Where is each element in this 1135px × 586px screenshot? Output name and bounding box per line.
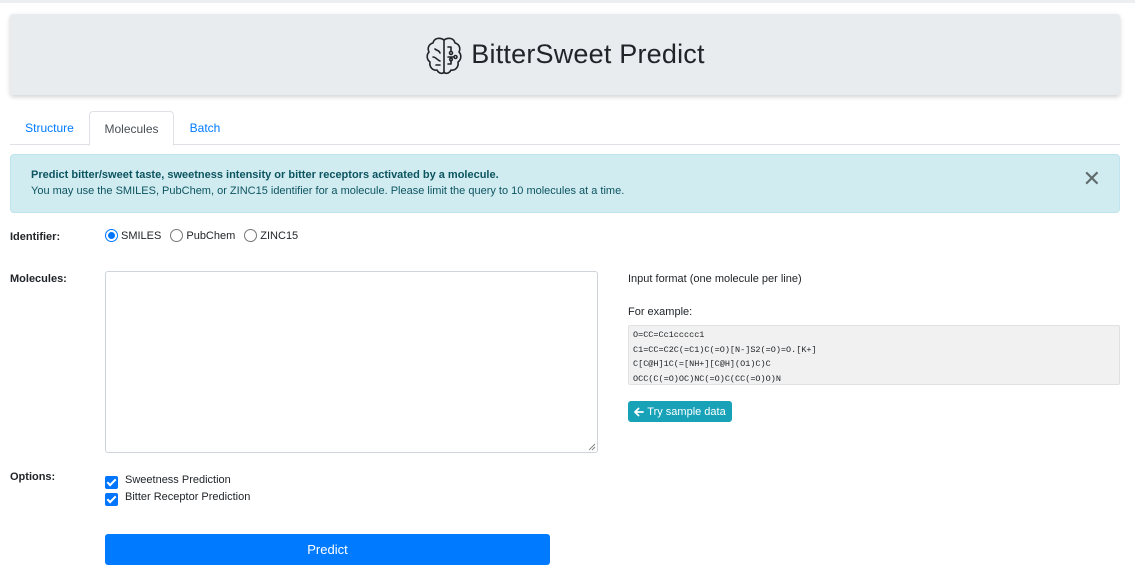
example-heading: For example: [628,306,693,318]
molecules-label: Molecules: [10,273,67,285]
page-header: BitterSweet Predict [10,14,1120,95]
example-line: OCC(C(=O)OC)NC(=O)C(CC(=O)O)N [633,373,781,384]
sweetness-label: Sweetness Prediction [125,473,231,486]
example-line: C1=CC=C2C(=C1)C(=O)[N-]S2(=O)=O.[K+] [633,344,817,355]
brain-circuit-icon [426,37,462,74]
page-title: BitterSweet Predict [471,39,705,69]
radio-smiles-input[interactable] [105,229,118,242]
try-sample-data-button[interactable]: Try sample data [628,401,732,422]
radio-zinc15-label: ZINC15 [260,229,299,242]
option-sweetness[interactable]: Sweetness Prediction [105,471,250,489]
radio-smiles[interactable]: SMILES [105,229,161,242]
radio-pubchem-input[interactable] [170,229,184,242]
tab-structure[interactable]: Structure [10,111,89,145]
radio-pubchem[interactable]: PubChem [170,229,235,242]
info-alert: Predict bitter/sweet taste, sweetness in… [10,154,1120,213]
predict-button[interactable]: Predict [105,534,550,565]
tab-batch[interactable]: Batch [174,111,236,145]
radio-zinc15[interactable]: ZINC15 [244,229,298,242]
option-bitter-receptor[interactable]: Bitter Receptor Prediction [105,488,251,506]
alert-headline: Predict bitter/sweet taste, sweetness in… [31,169,499,181]
options-checkbox-group: Sweetness Prediction Bitter Receptor Pre… [105,471,251,506]
top-border [0,0,1135,3]
molecules-textarea[interactable] [105,271,598,453]
input-format-help: Input format (one molecule per line) [628,273,802,285]
tab-bar: Structure Molecules Batch [10,111,1120,146]
sweetness-checkbox[interactable] [105,476,118,489]
identifier-radio-group: SMILES PubChem ZINC15 [105,229,307,242]
radio-pubchem-label: PubChem [186,229,236,242]
example-line: O=CC=Cc1ccccc1 [633,330,705,340]
example-line: C[C@H]1C(=[NH+][C@H](O1)C)C [633,359,771,369]
bitter-receptor-checkbox[interactable] [105,493,118,506]
tab-molecules[interactable]: Molecules [89,111,174,146]
radio-zinc15-input[interactable] [244,229,258,242]
bitter-receptor-label: Bitter Receptor Prediction [125,490,251,503]
alert-body: You may use the SMILES, PubChem, or ZINC… [31,185,625,197]
identifier-label: Identifier: [10,231,61,243]
try-sample-data-label: Try sample data [647,405,726,418]
example-code-block: O=CC=Cc1ccccc1 C1=CC=C2C(=C1)C(=O)[N-]S2… [628,325,1120,385]
options-label: Options: [10,471,56,483]
close-icon[interactable]: ✕ [1083,167,1101,191]
arrow-left-icon [634,407,645,416]
radio-smiles-label: SMILES [121,229,162,242]
resize-grip-icon[interactable] [587,442,596,451]
